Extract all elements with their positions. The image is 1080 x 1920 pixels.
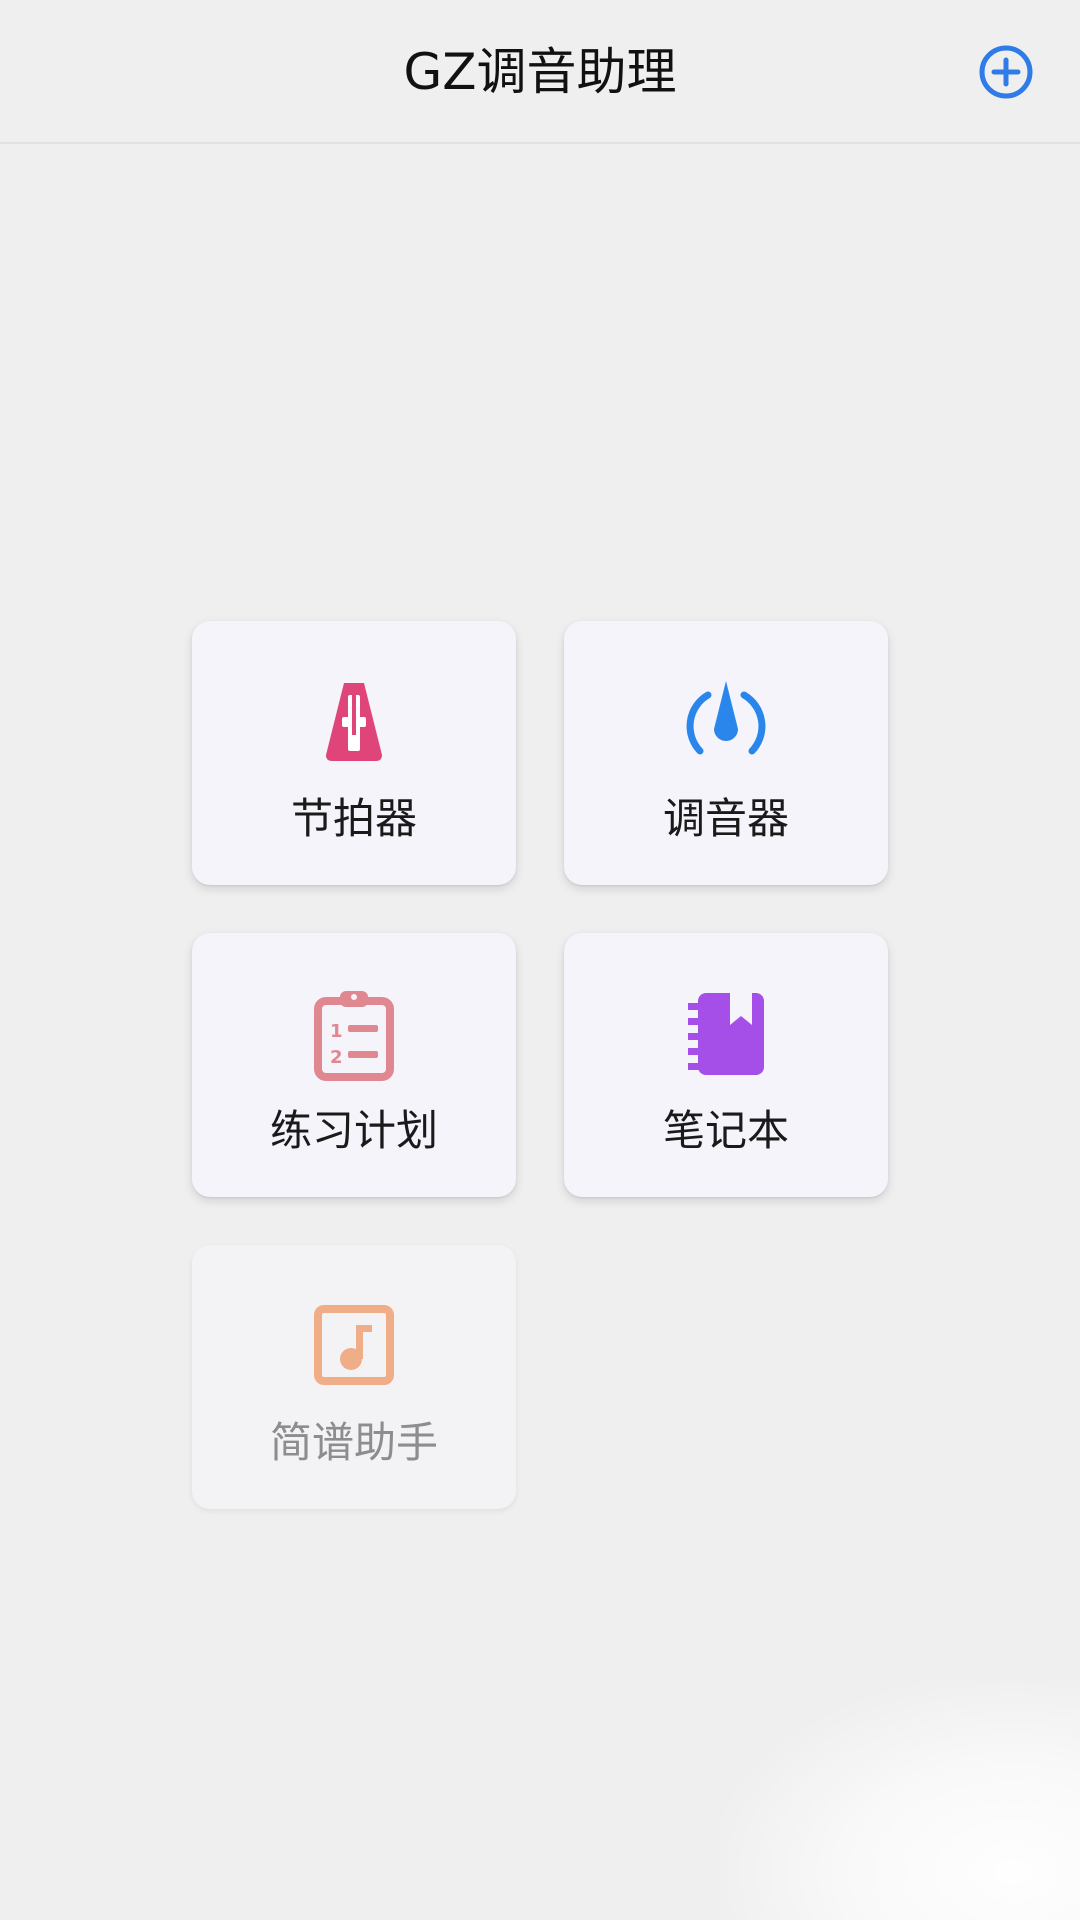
music-note-icon — [314, 1305, 394, 1385]
card-label-notation-assistant: 简谱助手 — [269, 1418, 438, 1467]
screen-glare — [720, 1680, 1080, 1920]
card-notebook[interactable]: 笔记本 — [564, 933, 888, 1197]
page-title: GZ调音助理 — [403, 43, 677, 101]
card-tuner[interactable]: 调音器 — [564, 621, 888, 885]
card-notation-assistant[interactable]: 简谱助手 — [192, 1245, 516, 1509]
card-metronome[interactable]: 节拍器 — [192, 621, 516, 885]
top-bar: GZ调音助理 — [0, 0, 1080, 144]
clipboard-list-icon: 1 2 — [314, 991, 394, 1081]
svg-text:2: 2 — [330, 1047, 343, 1068]
tuner-gauge-icon — [686, 681, 766, 755]
svg-text:1: 1 — [330, 1021, 343, 1042]
card-label-practice-plan: 练习计划 — [269, 1106, 438, 1155]
notebook-icon — [688, 993, 764, 1075]
card-label-tuner: 调音器 — [662, 794, 789, 843]
card-label-notebook: 笔记本 — [662, 1106, 789, 1155]
app-screen: GZ调音助理 节拍器 调音器 1 2 练习计划 笔记本 简谱助手 — [0, 0, 1080, 1920]
plus-circle-icon[interactable] — [976, 42, 1036, 102]
metronome-icon — [326, 683, 382, 761]
card-practice-plan[interactable]: 1 2 练习计划 — [192, 933, 516, 1197]
card-label-metronome: 节拍器 — [290, 794, 417, 843]
